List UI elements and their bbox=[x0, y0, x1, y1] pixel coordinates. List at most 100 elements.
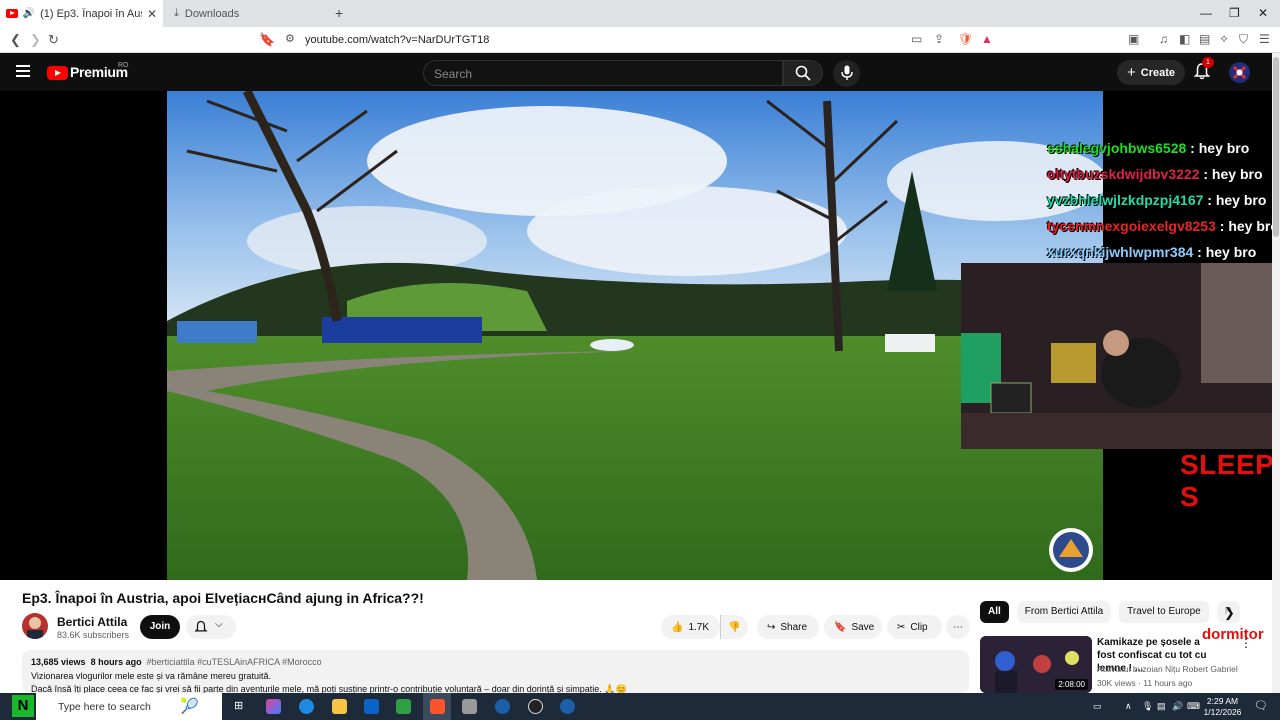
close-window-button[interactable]: ✕ bbox=[1258, 6, 1268, 20]
user-avatar[interactable] bbox=[1229, 62, 1250, 83]
youtube-header: Premium RO Search + Create 1 bbox=[0, 53, 1280, 91]
save-button[interactable]: 🔖 Save bbox=[824, 615, 882, 639]
edge-icon[interactable] bbox=[299, 699, 314, 714]
notifications-tray-icon[interactable]: 🗨 bbox=[1254, 699, 1268, 712]
address-bar: ❮ ❯ ↻ 🔖 ⚙ youtube.com/watch?v=NarDUrTGT1… bbox=[0, 27, 1280, 53]
share-label: Share bbox=[780, 621, 808, 633]
site-info-icon[interactable]: ⚙ bbox=[285, 32, 295, 45]
vpn-icon[interactable]: ⛉ bbox=[1239, 32, 1248, 47]
copilot-icon[interactable] bbox=[266, 699, 281, 714]
channel-avatar[interactable] bbox=[22, 613, 48, 639]
keyboard-icon[interactable]: ▭ bbox=[1093, 701, 1102, 712]
sleep-overlay-label: SLEEP S bbox=[1180, 449, 1272, 512]
hamburger-menu-icon[interactable] bbox=[16, 65, 30, 77]
more-actions-button[interactable]: ⋯ bbox=[946, 615, 970, 639]
brave-icon[interactable] bbox=[430, 699, 445, 714]
tray-chevron-icon[interactable]: ∧ bbox=[1125, 701, 1132, 712]
brave-shield-icon[interactable]: 🛡 bbox=[958, 32, 973, 46]
upload-age: 8 hours ago bbox=[90, 657, 142, 667]
chevron-right-icon[interactable]: ❯ bbox=[1224, 605, 1235, 621]
app-icon[interactable] bbox=[462, 699, 477, 714]
like-count: 1.7K bbox=[688, 621, 710, 633]
like-button[interactable]: 👍 1.7K bbox=[661, 615, 720, 639]
recommended-thumbnail[interactable]: 2:08:00 bbox=[980, 636, 1092, 693]
close-tab-icon[interactable]: ✕ bbox=[147, 7, 157, 21]
clip-button[interactable]: ✂ Clip bbox=[887, 615, 942, 639]
create-button[interactable]: + Create bbox=[1117, 60, 1185, 85]
chip-travel[interactable]: Travel to Europe bbox=[1119, 601, 1209, 623]
start-button[interactable]: N bbox=[12, 695, 34, 717]
speaker-icon[interactable]: 🔊 bbox=[23, 8, 35, 19]
volume-icon[interactable]: 🔊 bbox=[1172, 701, 1183, 712]
task-view-icon[interactable]: ⊞ bbox=[234, 699, 249, 714]
plus-icon: + bbox=[1126, 64, 1136, 81]
thumbs-up-icon: 👍 bbox=[671, 621, 684, 633]
back-icon[interactable]: ❮ bbox=[10, 32, 21, 48]
chat-username: oltytbuzskdwijdbv3222 bbox=[1047, 166, 1200, 182]
store-icon[interactable] bbox=[396, 699, 411, 714]
channel-name[interactable]: Bertici Attila bbox=[57, 615, 127, 629]
obs-icon[interactable] bbox=[528, 699, 543, 714]
steam-icon[interactable] bbox=[495, 699, 510, 714]
chat-message: : hey bro bbox=[1203, 192, 1267, 208]
media-icon[interactable]: ♫ bbox=[1159, 32, 1168, 46]
youtube-logo-icon[interactable] bbox=[47, 66, 68, 80]
forward-icon[interactable]: ❯ bbox=[30, 32, 41, 48]
thumbs-down-icon: 👎 bbox=[728, 621, 741, 633]
video-player[interactable]: sshalegvjohbws6528 : hey bro oltytbuzskd… bbox=[0, 91, 1272, 580]
subscriber-count: 83.6K subscribers bbox=[57, 630, 130, 640]
leo-icon[interactable]: ✧ bbox=[1219, 32, 1229, 46]
avatar-emblem-icon bbox=[1232, 65, 1247, 80]
url-field[interactable]: youtube.com/watch?v=NarDUrTGT18 bbox=[305, 34, 489, 46]
chat-message: : hey bro bbox=[1219, 218, 1272, 234]
description-line: Vizionarea vlogurilor mele este și va ră… bbox=[31, 670, 271, 681]
share-page-icon[interactable]: ⇪ bbox=[934, 32, 944, 46]
reload-icon[interactable]: ↻ bbox=[48, 32, 59, 48]
steam-icon-2[interactable] bbox=[560, 699, 575, 714]
tab-downloads[interactable]: ⤓ Downloads bbox=[168, 0, 328, 27]
hashtags[interactable]: #berticiattila #cuTESLAinAFRICA #Morocco bbox=[147, 657, 322, 667]
file-explorer-icon[interactable] bbox=[332, 699, 347, 714]
voice-search-button[interactable] bbox=[833, 60, 860, 87]
taskbar-clock[interactable]: 2:29 AM 1/12/2026 bbox=[1200, 696, 1245, 718]
microphone-tray-icon[interactable]: 🎙 bbox=[1142, 701, 1153, 712]
tab-youtube[interactable]: 🔊 (1) Ep3. Înapoi în Austria, apoi ✕ bbox=[0, 0, 163, 27]
reader-icon[interactable]: ▣ bbox=[1128, 32, 1139, 46]
subscription-bell-button[interactable]: ⌵ bbox=[186, 615, 236, 639]
more-icon: ⋯ bbox=[953, 621, 963, 633]
network-icon[interactable]: ▤ bbox=[1157, 701, 1166, 712]
share-button[interactable]: ↪ Share bbox=[757, 615, 819, 639]
language-icon[interactable]: ⌨ bbox=[1187, 701, 1200, 712]
search-button[interactable] bbox=[783, 60, 823, 86]
description-line: Dacă însă îți place ceea ce fac și vrei … bbox=[31, 684, 627, 693]
browser-tab-bar: 🔊 (1) Ep3. Înapoi în Austria, apoi ✕ ⤓ D… bbox=[0, 0, 1280, 27]
dislike-button[interactable]: 👎 bbox=[720, 615, 748, 639]
join-button[interactable]: Join bbox=[140, 615, 180, 639]
webcam-overlay bbox=[961, 263, 1272, 449]
restore-button[interactable]: ❐ bbox=[1229, 6, 1240, 20]
scissors-icon: ✂ bbox=[897, 621, 906, 633]
new-tab-button[interactable]: + bbox=[335, 5, 343, 21]
search-input[interactable]: Search bbox=[423, 60, 783, 86]
menu-icon[interactable]: ☰ bbox=[1259, 32, 1270, 46]
page-scrollbar[interactable] bbox=[1272, 53, 1280, 693]
save-label: Save bbox=[851, 621, 875, 633]
notification-badge: 1 bbox=[1202, 57, 1214, 68]
video-duration: 2:08:00 bbox=[1055, 679, 1088, 690]
wallet-icon[interactable]: ▤ bbox=[1199, 32, 1210, 46]
video-title: Ep3. Înapoi în Austria, apoi ElvețiacнCâ… bbox=[22, 590, 424, 606]
brave-rewards-icon[interactable]: ▲ bbox=[981, 32, 993, 46]
bell-icon bbox=[194, 620, 208, 632]
bookmark-icon[interactable]: 🔖 bbox=[259, 32, 275, 48]
chip-from-channel[interactable]: From Bertici Attila bbox=[1016, 601, 1112, 623]
cast-icon[interactable]: ▭ bbox=[911, 32, 922, 46]
chat-username: sshalegvjohbws6528 bbox=[1047, 140, 1187, 156]
youtube-favicon-icon bbox=[6, 9, 18, 18]
recommended-views: 30K views · 11 hours ago bbox=[1097, 678, 1193, 688]
minimize-button[interactable]: — bbox=[1200, 6, 1212, 20]
chip-all[interactable]: All bbox=[980, 601, 1009, 623]
sidebar-icon[interactable]: ◧ bbox=[1179, 32, 1190, 46]
recommended-channel[interactable]: Activistul buzoian Nițu Robert Gabriel bbox=[1097, 664, 1238, 674]
description-box[interactable]: 13,685 views 8 hours ago #berticiattila … bbox=[22, 650, 969, 693]
mail-icon[interactable] bbox=[364, 699, 379, 714]
